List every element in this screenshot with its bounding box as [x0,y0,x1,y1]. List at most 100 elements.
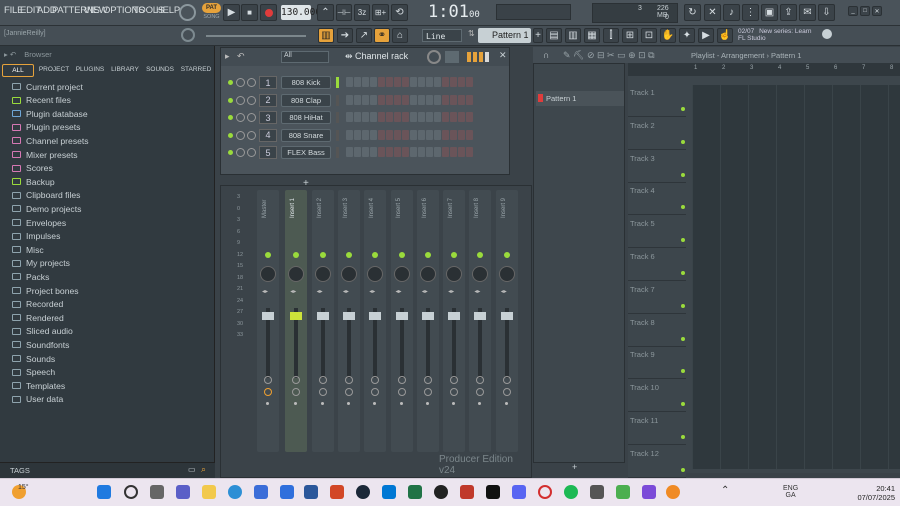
browser-item[interactable]: Recorded [12,298,63,311]
step-button[interactable] [370,94,377,105]
app-icon-purple[interactable] [642,485,656,499]
channel-name-button[interactable]: 808 Kick [281,76,331,89]
volume-fader[interactable] [316,312,329,320]
step-sequencer[interactable] [346,77,506,89]
opera-icon[interactable] [538,485,552,499]
browser-item[interactable]: My projects [12,257,70,270]
step-button[interactable] [378,129,385,140]
browser-view-button[interactable]: ⊞ [622,28,638,43]
send-dot[interactable] [373,402,377,405]
volume-knob[interactable] [247,148,256,157]
mixer-strip-insert[interactable]: Insert 6 ◂▸ [416,190,439,452]
browser-item[interactable]: Channel presets [12,134,89,147]
step-button[interactable] [386,129,393,140]
pan-knob[interactable] [367,266,384,282]
step-button[interactable] [346,94,353,105]
pattern-select[interactable]: Pattern 1 [478,28,531,43]
step-button[interactable] [354,147,361,157]
volume-fader[interactable] [500,312,513,320]
track-header[interactable]: Track 7 [628,281,686,314]
browser-item[interactable]: Recent files [12,94,71,107]
channel-filter-select[interactable]: All [281,51,329,63]
pan-knob[interactable] [236,148,245,157]
mute-led[interactable] [345,252,352,258]
mute-led[interactable] [424,252,431,258]
volume-knob[interactable] [247,95,256,105]
track-header[interactable]: Track 5 [628,216,686,249]
track-mute-led[interactable] [681,467,685,472]
track-header[interactable]: Track 9 [628,347,686,380]
loop-record-button[interactable]: ⟲ [391,4,408,21]
notepad-icon[interactable] [280,485,294,499]
close-tool-button[interactable]: ✕ [704,4,721,21]
browser-item[interactable]: Plugin database [12,107,88,120]
step-button[interactable] [434,129,441,140]
download-button[interactable]: ⇩ [818,4,835,21]
step-button[interactable] [378,147,385,157]
edge-icon[interactable] [228,485,242,499]
mixer-track-number[interactable]: 5 [259,146,277,159]
step-button[interactable] [466,129,473,140]
step-button[interactable] [418,112,425,122]
step-button[interactable] [442,112,449,122]
step-button[interactable] [386,94,393,105]
channel-name-button[interactable]: 808 Clap [281,93,331,107]
song-toggle[interactable]: SONG [202,14,221,22]
routing-knob[interactable] [423,388,432,396]
mixer-strip-insert[interactable]: Insert 8 ◂▸ [469,190,492,452]
countdown-button[interactable]: 3z [354,4,370,21]
search-icon[interactable]: ⌕ [201,464,206,475]
mute-led[interactable] [228,97,233,103]
clock[interactable]: 20:41 07/07/2025 [855,484,895,502]
routing-knob[interactable] [318,388,327,396]
routing-knob[interactable] [397,388,406,396]
mute-led[interactable] [372,252,379,258]
step-button[interactable] [450,77,457,87]
step-button[interactable] [386,112,393,122]
pan-knob[interactable] [446,266,463,282]
step-button[interactable] [450,147,457,157]
step-button[interactable] [418,129,425,140]
pan-knob[interactable] [340,266,357,282]
track-mute-led[interactable] [681,336,685,341]
mute-led[interactable] [398,252,405,258]
step-button[interactable] [458,129,465,140]
pan-knob[interactable] [472,266,489,282]
teams-icon[interactable] [176,485,190,499]
save-button[interactable]: ▣ [761,4,778,21]
track-mute-led[interactable] [681,172,685,177]
wait-input-button[interactable]: ⊣⊢ [336,4,352,21]
stereo-separation-icon[interactable]: ◂▸ [396,288,408,298]
step-button[interactable] [402,129,409,140]
obs-icon[interactable] [434,485,448,499]
step-button[interactable] [354,94,361,105]
step-button[interactable] [362,94,369,105]
browser-item[interactable]: Current project [12,80,83,93]
record-arm-icon[interactable] [502,376,511,384]
volume-knob[interactable] [247,78,256,87]
step-button[interactable] [394,94,401,105]
channel-rack-view-button[interactable]: ▦ [584,28,600,43]
file-explorer-icon[interactable] [202,485,216,499]
start-icon[interactable] [97,485,111,499]
send-dot[interactable] [266,402,269,405]
menu-arrow-icon[interactable]: ▸ [225,51,230,62]
close-button[interactable]: ✕ [872,6,882,16]
tab-sounds[interactable]: SOUNDS [144,64,176,78]
track-header[interactable]: Track 12 [628,445,686,478]
browser-item[interactable]: Impulses [12,230,60,243]
browser-item[interactable]: Envelopes [12,216,66,229]
step-button[interactable] [370,112,377,122]
metronome-button[interactable]: ⌃ [317,4,334,21]
magnet-icon[interactable]: ∩ [543,50,549,60]
track-mute-led[interactable] [681,139,685,144]
step-button[interactable] [402,94,409,105]
browser-item[interactable]: Speech [12,366,55,379]
plugin-picker-button[interactable]: ⊡ [641,28,657,43]
mute-led[interactable] [228,150,233,155]
step-button[interactable] [426,77,433,87]
step-button[interactable] [354,77,361,87]
send-dot[interactable] [346,402,350,405]
arrow-right-icon[interactable]: ▸ [4,50,8,59]
mixer-strip-insert[interactable]: Insert 1 ◂▸ [285,190,308,452]
